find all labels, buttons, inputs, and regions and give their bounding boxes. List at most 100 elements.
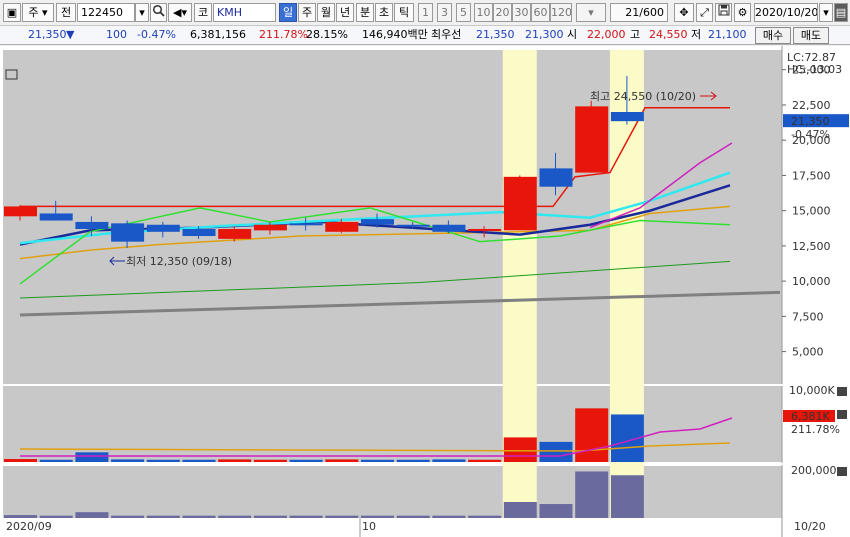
prev-button[interactable]: 전: [56, 3, 76, 22]
candle-body: [182, 228, 216, 237]
amount-bar: [253, 515, 287, 518]
amount-bar: [361, 515, 394, 518]
candle-body: [432, 224, 466, 232]
interval-60[interactable]: 60: [531, 3, 550, 22]
candle-body: [218, 228, 252, 239]
amount-bar: [146, 515, 180, 518]
candle-body: [146, 224, 180, 232]
price-axis-label: 17,500: [792, 169, 831, 182]
volume-bar: [289, 459, 323, 462]
data-count-field[interactable]: 21/600: [610, 3, 668, 22]
interval-3[interactable]: 3: [437, 3, 452, 22]
period-minute-tab[interactable]: 분: [356, 3, 374, 22]
volume-bar: [468, 459, 502, 462]
candle-body: [253, 224, 287, 231]
volume-bar: [432, 459, 466, 462]
amount-bar: [539, 504, 573, 518]
volume-bar: [325, 459, 359, 462]
market-type-label: 주: [28, 6, 39, 19]
volume-bar: [111, 459, 145, 462]
current-price-marker-label: 21,350: [791, 115, 830, 128]
volume-ratio: 211.78%: [259, 28, 308, 41]
volume-bar: [218, 459, 252, 462]
stock-code-input[interactable]: 122450: [77, 3, 135, 22]
amount-bar: [111, 515, 145, 518]
candle-body: [610, 112, 644, 122]
down-triangle-icon: ▼: [66, 28, 75, 41]
stock-name-field[interactable]: KMH: [213, 3, 276, 22]
interval-120[interactable]: 120: [550, 3, 572, 22]
interval-custom-select[interactable]: ▾: [576, 3, 606, 22]
volume-bar: [182, 459, 216, 462]
high-price: 24,550: [649, 28, 688, 41]
chart-toolbar: ▣ 주 ▾ 전 122450 ▾ ◀▾ 코 KMH 일 주 월 년 분 초 틱 …: [0, 0, 850, 26]
amount-bar: [610, 475, 644, 518]
panel-toggle-icon[interactable]: ▤: [834, 3, 848, 22]
magnifier-icon[interactable]: [150, 3, 167, 22]
x-axis-label: 2020/09: [6, 520, 52, 533]
amount-bar: [289, 515, 323, 518]
stock-chart[interactable]: 최고 24,550 (10/20)최저 12,350 (09/18)25,000…: [0, 46, 850, 537]
volume-marker-close-icon: [837, 410, 847, 419]
market-type-select[interactable]: 주 ▾: [22, 3, 54, 22]
period-week-tab[interactable]: 주: [298, 3, 316, 22]
open-label: 시: [567, 28, 578, 41]
volume-bar: [575, 408, 609, 462]
date-field[interactable]: 2020/10/20: [754, 3, 818, 22]
amount-bar: [218, 515, 252, 518]
amount-bar: [468, 515, 502, 518]
amount-bar: [182, 515, 216, 518]
x-axis-label: 10/20: [794, 520, 826, 533]
date-picker-icon[interactable]: ▾: [819, 3, 833, 22]
code-dropdown-icon[interactable]: ▾: [135, 3, 149, 22]
sell-button[interactable]: 매도: [793, 27, 829, 44]
amount-bar: [575, 471, 609, 518]
best-bid: 21,300: [525, 28, 564, 41]
candle-body: [503, 176, 537, 231]
save-icon[interactable]: [715, 3, 732, 22]
candle-body: [39, 213, 73, 221]
period-day-tab[interactable]: 일: [279, 3, 297, 22]
best-ask: 21,350: [476, 28, 515, 41]
period-second-tab[interactable]: 초: [375, 3, 393, 22]
interval-20[interactable]: 20: [493, 3, 512, 22]
price-axis-label: 22,500: [792, 99, 831, 112]
amount-bar: [325, 515, 359, 518]
period-tick-tab[interactable]: 틱: [394, 3, 414, 22]
volume-bar: [4, 459, 37, 462]
amount-bar: [432, 515, 466, 518]
amount-panel-close-icon: [837, 467, 847, 476]
price-axis-label: 10,000: [792, 275, 831, 288]
amount-bar: [75, 512, 109, 518]
low-price: 21,100: [708, 28, 747, 41]
buy-button[interactable]: 매수: [755, 27, 791, 44]
interval-10[interactable]: 10: [474, 3, 493, 22]
open-price: 22,000: [587, 28, 626, 41]
price-axis-label: 5,000: [792, 346, 824, 359]
gear-icon[interactable]: ⚙: [734, 3, 751, 22]
amount-bar: [503, 502, 537, 518]
current-change-marker-label: -0.47%: [791, 128, 830, 141]
interval-30[interactable]: 30: [512, 3, 531, 22]
interval-5[interactable]: 5: [456, 3, 471, 22]
chart-menu-icon[interactable]: ▣: [3, 3, 21, 22]
high-label: 고: [630, 28, 641, 41]
hc-label: HC:-13.03: [787, 63, 842, 76]
speaker-icon[interactable]: ◀▾: [168, 3, 192, 22]
candle-body: [468, 228, 502, 231]
price-axis-label: 12,500: [792, 240, 831, 253]
priority-label: 최우선: [431, 28, 462, 41]
period-year-tab[interactable]: 년: [336, 3, 354, 22]
period-month-tab[interactable]: 월: [317, 3, 335, 22]
current-price: 21,350: [28, 28, 67, 41]
zoom-icon[interactable]: ⤢: [696, 3, 713, 22]
amount-bar: [39, 515, 73, 518]
interval-1[interactable]: 1: [418, 3, 433, 22]
volume-bar: [503, 437, 537, 462]
chart-tools-icon[interactable]: ✥: [674, 3, 694, 22]
volume-bar: [539, 441, 573, 462]
high-annotation: 최고 24,550 (10/20): [590, 90, 696, 103]
volume-panel-close-icon: [837, 387, 847, 396]
low-annotation: 최저 12,350 (09/18): [126, 255, 232, 268]
candle-body: [289, 223, 323, 226]
